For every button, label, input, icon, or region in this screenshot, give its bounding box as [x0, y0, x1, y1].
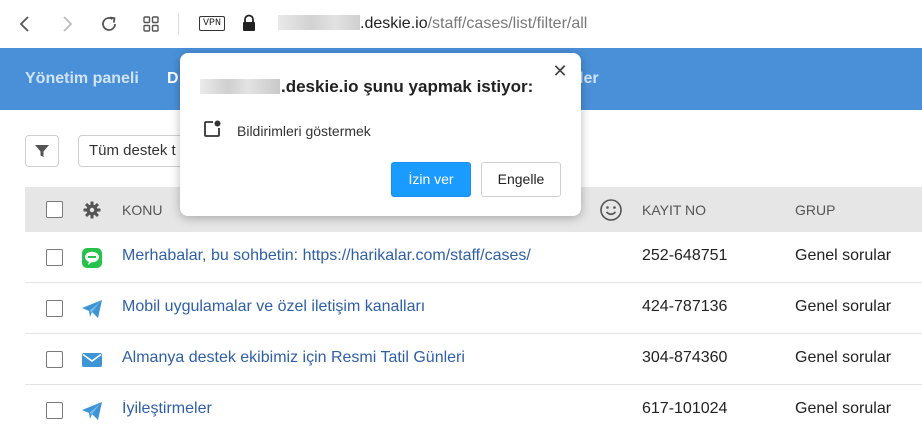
paper-plane-icon	[82, 402, 102, 420]
row-checkbox[interactable]	[46, 402, 63, 419]
vpn-badge[interactable]: VPN	[199, 16, 226, 31]
table-row[interactable]: İyileştirmeler 617-101024 Genel sorular	[25, 385, 922, 435]
dialog-title: .deskie.io şunu yapmak istiyor:	[200, 77, 533, 97]
notification-icon	[204, 120, 221, 137]
speed-dial-button[interactable]	[137, 10, 165, 38]
notification-permission-dialog: ✕ .deskie.io şunu yapmak istiyor: Bildir…	[180, 53, 581, 216]
case-subject-link[interactable]: Merhabalar, bu sohbetin: https://harikal…	[122, 247, 580, 265]
case-subject-link[interactable]: Almanya destek ekibimiz için Resmi Tatil…	[122, 349, 580, 367]
chevron-right-icon	[63, 16, 73, 32]
block-button[interactable]: Engelle	[481, 162, 561, 197]
ticket-number: 304-874360	[642, 349, 728, 366]
ticket-number: 424-787136	[642, 298, 728, 315]
ticket-number: 252-648751	[642, 247, 728, 264]
nav-item-active[interactable]: D	[167, 70, 179, 88]
allow-button[interactable]: İzin ver	[391, 162, 471, 197]
grid-icon	[143, 16, 159, 32]
row-checkbox[interactable]	[46, 300, 63, 317]
column-header-group[interactable]: GRUP	[795, 202, 835, 218]
chat-bubble-icon	[82, 248, 102, 268]
table-row[interactable]: Mobil uygulamalar ve özel iletişim kanal…	[25, 283, 922, 334]
nav-item-partial[interactable]: ler	[579, 70, 599, 88]
site-info-button[interactable]	[240, 13, 258, 33]
row-checkbox[interactable]	[46, 249, 63, 266]
case-group: Genel sorular	[795, 247, 892, 264]
dialog-title-text: .deskie.io şunu yapmak istiyor:	[281, 77, 534, 96]
lock-icon	[243, 14, 255, 31]
case-group: Genel sorular	[795, 349, 892, 366]
select-all-checkbox[interactable]	[46, 201, 63, 218]
envelope-icon	[82, 353, 102, 367]
gear-icon[interactable]	[83, 201, 101, 219]
reload-button[interactable]	[95, 10, 123, 38]
smiley-icon[interactable]	[599, 198, 623, 222]
back-button[interactable]	[11, 10, 39, 38]
forward-button[interactable]	[53, 10, 81, 38]
redacted-subdomain	[200, 79, 280, 94]
ticket-number: 617-101024	[642, 400, 728, 417]
filter-button[interactable]	[25, 135, 59, 167]
table-row[interactable]: Almanya destek ekibimiz için Resmi Tatil…	[25, 334, 922, 385]
toolbar-divider	[178, 13, 179, 35]
case-group: Genel sorular	[795, 298, 892, 315]
address-bar[interactable]: .deskie.io/staff/cases/list/filter/all	[278, 14, 587, 34]
close-icon[interactable]: ✕	[551, 62, 569, 80]
case-subject-link[interactable]: Mobil uygulamalar ve özel iletişim kanal…	[122, 298, 580, 316]
case-subject-link[interactable]: İyileştirmeler	[122, 400, 580, 418]
browser-toolbar: VPN .deskie.io/staff/cases/list/filter/a…	[0, 0, 922, 48]
reload-icon	[102, 16, 116, 31]
case-group: Genel sorular	[795, 400, 892, 417]
url-path: /staff/cases/list/filter/all	[427, 15, 588, 32]
paper-plane-icon	[82, 300, 102, 318]
chevron-left-icon	[19, 16, 29, 32]
url-host: .deskie.io	[360, 15, 428, 32]
permission-description: Bildirimleri göstermek	[237, 123, 371, 139]
redacted-subdomain	[278, 15, 360, 30]
column-header-subject[interactable]: KONU	[122, 202, 162, 218]
row-checkbox[interactable]	[46, 351, 63, 368]
table-row[interactable]: Merhabalar, bu sohbetin: https://harikal…	[25, 232, 922, 283]
column-header-ticket-no[interactable]: KAYIT NO	[642, 202, 706, 218]
filter-icon	[35, 145, 49, 157]
nav-item-dashboard[interactable]: Yönetim paneli	[25, 70, 139, 88]
